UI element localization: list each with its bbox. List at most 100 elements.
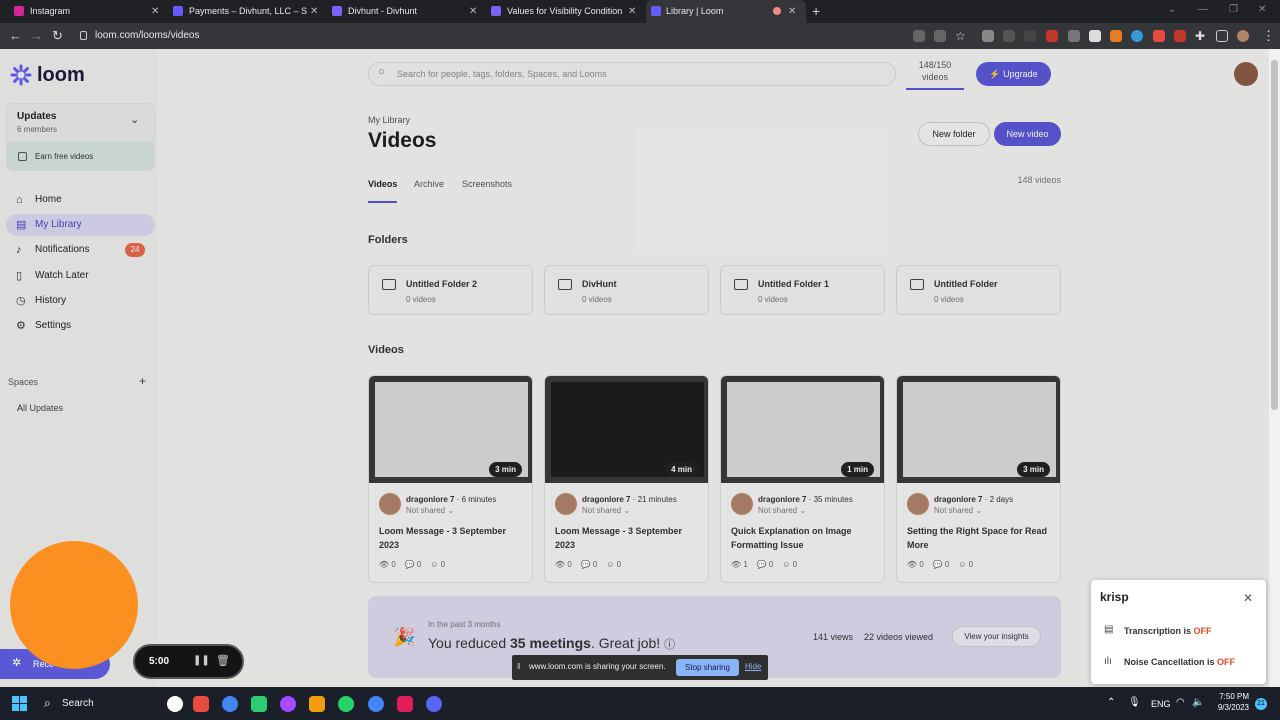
minimize-button[interactable]: —	[1198, 0, 1208, 20]
extension-icon[interactable]	[1046, 30, 1058, 42]
star-icon[interactable]: ☆	[955, 23, 966, 49]
youtube-icon[interactable]	[1153, 30, 1165, 42]
clock-date[interactable]: 9/3/2023	[1207, 703, 1249, 712]
window-close-button[interactable]: ✕	[1258, 0, 1266, 20]
sharing-status[interactable]: Not shared ⌄	[758, 506, 806, 515]
wifi-icon[interactable]: ◠	[1176, 697, 1185, 708]
camera-bubble[interactable]	[10, 541, 138, 669]
messenger-icon[interactable]	[280, 696, 296, 712]
discord-icon[interactable]	[426, 696, 442, 712]
add-space-button[interactable]: +	[139, 374, 146, 388]
camera-off-icon[interactable]	[913, 30, 925, 42]
tab-stripe[interactable]: Payments – Divhunt, LLC – Stripe ✕	[173, 0, 323, 23]
new-video-button[interactable]: New video	[994, 122, 1061, 146]
close-icon[interactable]: ✕	[628, 0, 636, 23]
slack-icon[interactable]	[397, 696, 413, 712]
tab-divhunt[interactable]: Divhunt - Divhunt ✕	[332, 0, 482, 23]
video-card[interactable]: 4 min dragonlore 7 · 21 minutes Not shar…	[544, 375, 709, 583]
video-title[interactable]: Loom Message - 3 September 2023	[555, 524, 703, 552]
tab-archive[interactable]: Archive	[414, 179, 444, 189]
sidebar-item-history[interactable]: ◷ History	[6, 290, 155, 312]
loom-logo[interactable]: loom	[37, 64, 85, 87]
search-input[interactable]: Search for people, tags, folders, Spaces…	[368, 62, 896, 86]
folder-card[interactable]: DivHunt 0 videos	[544, 265, 709, 315]
maximize-button[interactable]: ❐	[1229, 0, 1238, 20]
sharing-status[interactable]: Not shared ⌄	[406, 506, 454, 515]
video-quota[interactable]: 148/150 videos	[906, 60, 964, 90]
view-insights-button[interactable]: View your insights	[952, 626, 1041, 647]
share-icon[interactable]	[934, 30, 946, 42]
chevron-up-icon[interactable]: ⌃	[1107, 697, 1115, 708]
tab-screenshots[interactable]: Screenshots	[462, 179, 512, 189]
search-icon[interactable]: ⌕	[44, 696, 51, 711]
app-icon[interactable]	[167, 696, 183, 712]
sidebar-item-home[interactable]: ⌂ Home	[6, 189, 155, 211]
video-title[interactable]: Loom Message - 3 September 2023	[379, 524, 527, 552]
folder-card[interactable]: Untitled Folder 0 videos	[896, 265, 1061, 315]
tab-search-icon[interactable]: ⌄	[1168, 0, 1176, 20]
folder-card[interactable]: Untitled Folder 1 0 videos	[720, 265, 885, 315]
close-icon[interactable]: ✕	[788, 0, 796, 23]
sidepanel-icon[interactable]	[1216, 30, 1228, 42]
sidebar-item-settings[interactable]: ⚙ Settings	[6, 315, 155, 337]
tab-values-visibility[interactable]: Values for Visibility Condition - C ✕	[491, 0, 641, 23]
video-card[interactable]: 1 min dragonlore 7 · 35 minutes Not shar…	[720, 375, 885, 583]
chrome-icon[interactable]	[368, 696, 384, 712]
volume-icon[interactable]: 🔈	[1192, 697, 1204, 708]
chevron-down-icon[interactable]: ⌄	[130, 113, 139, 126]
sharing-status[interactable]: Not shared ⌄	[582, 506, 630, 515]
language-indicator[interactable]: ENG	[1151, 699, 1171, 709]
close-icon[interactable]: ✕	[310, 0, 318, 23]
taskbar-search[interactable]: Search	[62, 698, 94, 709]
new-tab-button[interactable]: +	[812, 0, 826, 23]
notification-count-badge[interactable]: 21	[1255, 698, 1267, 710]
close-icon[interactable]: ✕	[469, 0, 477, 23]
extension-icon[interactable]	[1174, 30, 1186, 42]
transcription-status[interactable]: Transcription is OFF	[1124, 626, 1212, 636]
app-icon[interactable]	[193, 696, 209, 712]
stop-sharing-button[interactable]: Stop sharing	[676, 659, 739, 676]
tab-loom-library[interactable]: Library | Loom ✕	[646, 0, 806, 23]
trash-icon[interactable]: 🗑	[216, 654, 230, 667]
extension-icon[interactable]	[1131, 30, 1143, 42]
video-title[interactable]: Quick Explanation on Image Formatting Is…	[731, 524, 879, 552]
reload-icon[interactable]: ↻	[52, 23, 63, 49]
puzzle-icon[interactable]: ✚	[1195, 23, 1205, 49]
clock-time[interactable]: 7:50 PM	[1207, 692, 1249, 701]
sharing-status[interactable]: Not shared ⌄	[934, 506, 982, 515]
microphone-icon[interactable]: 🎙	[1128, 697, 1141, 708]
close-icon[interactable]: ✕	[151, 0, 159, 23]
app-icon[interactable]	[309, 696, 325, 712]
noise-cancellation-status[interactable]: Noise Cancellation is OFF	[1124, 657, 1235, 667]
video-card[interactable]: 3 min dragonlore 7 · 6 minutes Not share…	[368, 375, 533, 583]
close-icon[interactable]: ✕	[1243, 591, 1253, 605]
pause-icon[interactable]: ❚❚	[193, 655, 210, 666]
extension-icon[interactable]	[1089, 30, 1101, 42]
tab-instagram[interactable]: Instagram ✕	[14, 0, 164, 23]
tab-videos[interactable]: Videos	[368, 179, 397, 189]
sidebar-item-my-library[interactable]: ▤ My Library	[6, 214, 155, 236]
new-folder-button[interactable]: New folder	[918, 122, 990, 146]
chrome-icon[interactable]	[222, 696, 238, 712]
extension-icon[interactable]	[1024, 30, 1036, 42]
folder-card[interactable]: Untitled Folder 2 0 videos	[368, 265, 533, 315]
forward-icon[interactable]: →	[30, 23, 43, 49]
whatsapp-icon[interactable]	[338, 696, 354, 712]
profile-avatar[interactable]	[1237, 30, 1249, 42]
extension-icon[interactable]	[1110, 30, 1122, 42]
breadcrumb[interactable]: My Library	[368, 115, 410, 125]
windows-start-icon[interactable]	[12, 696, 28, 712]
scrollbar-thumb[interactable]	[1271, 60, 1278, 410]
video-card[interactable]: 3 min dragonlore 7 · 2 days Not shared ⌄…	[896, 375, 1061, 583]
video-title[interactable]: Setting the Right Space for Read More	[907, 524, 1055, 552]
url-field[interactable]: loom.com/looms/videos	[80, 26, 900, 46]
sidebar-item-watch-later[interactable]: ▯ Watch Later	[6, 265, 155, 287]
back-icon[interactable]: ←	[9, 23, 22, 49]
hide-button[interactable]: Hide	[745, 662, 761, 671]
extension-camera-icon[interactable]	[982, 30, 994, 42]
shield-icon[interactable]	[1068, 30, 1080, 42]
app-icon[interactable]	[251, 696, 267, 712]
menu-icon[interactable]: ⋮	[1262, 23, 1275, 49]
avatar[interactable]	[1234, 62, 1258, 86]
upgrade-button[interactable]: ⚡ Upgrade	[976, 62, 1051, 86]
